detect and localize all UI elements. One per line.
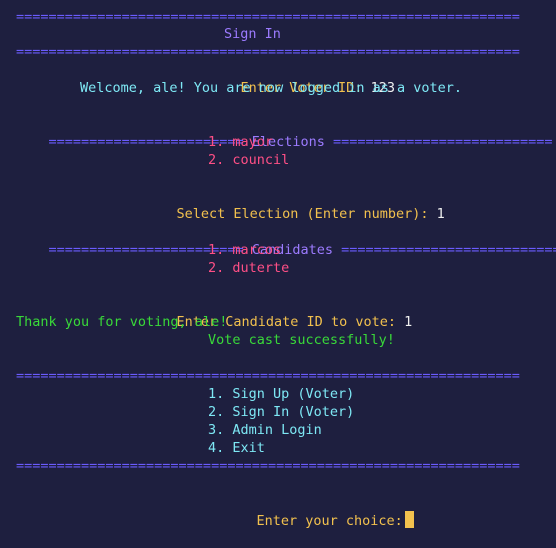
thanks-message: Thank you for voting, ale! <box>16 314 228 330</box>
terminal-window[interactable]: =========================== =============… <box>0 0 556 546</box>
page-title: Sign In <box>224 26 281 42</box>
candidate-item-duterte: 2. duterte <box>208 260 290 276</box>
candidates-rule-right: =========================== <box>341 242 556 258</box>
title-rule: ========================================… <box>16 44 520 60</box>
success-message: Vote cast successfully! <box>208 332 395 348</box>
menu-item-sign-up: 1. Sign Up (Voter) <box>208 386 355 402</box>
select-election-prompt: Select Election (Enter number): <box>176 206 429 222</box>
menu-item-exit: 4. Exit <box>208 440 265 456</box>
menu-top-rule: ========================================… <box>16 368 520 384</box>
election-item-mayor: 1. mayor <box>208 134 274 150</box>
elections-rule-right: =========================== <box>333 134 553 150</box>
election-item-council: 2. council <box>208 152 290 168</box>
menu-item-admin-login: 3. Admin Login <box>208 422 322 438</box>
top-rule: ========================================… <box>16 9 520 25</box>
menu-bottom-rule: ========================================… <box>16 458 520 474</box>
menu-item-sign-in: 2. Sign In (Voter) <box>208 404 355 420</box>
candidate-item-marcos: 1. marcos <box>208 242 282 258</box>
choice-prompt: Enter your choice: <box>256 513 403 529</box>
terminal-cursor[interactable] <box>404 511 414 528</box>
welcome-message: Welcome, ale! You are now logged in as a… <box>80 80 463 96</box>
vote-value: 1 <box>404 314 413 330</box>
select-election-value: 1 <box>436 206 445 222</box>
choice-line[interactable]: Enter your choice: <box>224 493 414 548</box>
